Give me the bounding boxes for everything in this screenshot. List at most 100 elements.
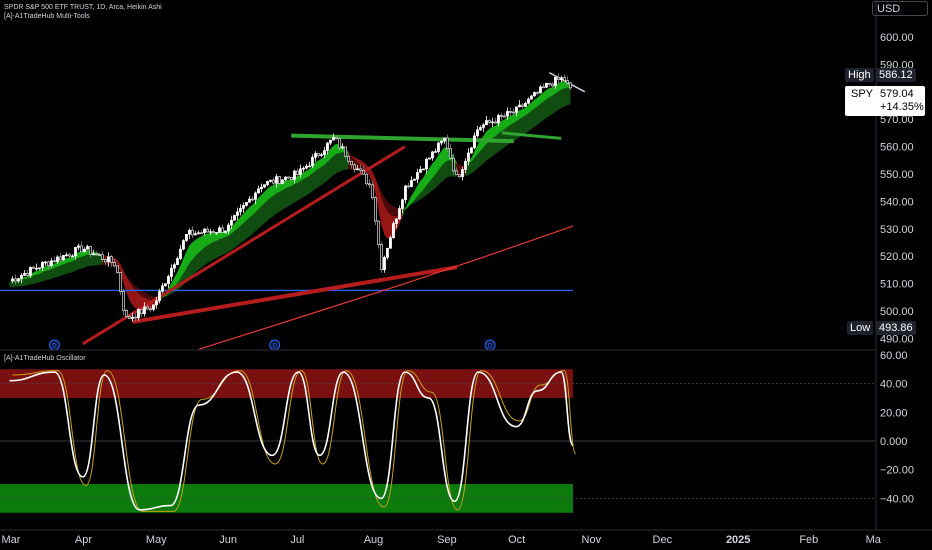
candle-body bbox=[287, 176, 290, 179]
ribbon-core-segment bbox=[384, 206, 388, 239]
ribbon-core-segment bbox=[207, 233, 211, 246]
price-tick-label: 490.00 bbox=[880, 333, 914, 345]
candle-body bbox=[185, 233, 188, 241]
indicator-label: [A]-A1TradeHub Multi-Tools bbox=[4, 13, 90, 20]
candle-body bbox=[29, 267, 32, 276]
chart-title: SPDR S&P 500 ETF TRUST, 1D, Arca, Heikin… bbox=[4, 4, 162, 11]
osc-tick-label: 20.00 bbox=[880, 407, 908, 419]
price-tick-label: 570.00 bbox=[880, 114, 914, 126]
candle-body bbox=[353, 164, 356, 170]
candle-body bbox=[506, 111, 509, 117]
candle-body bbox=[236, 211, 239, 216]
price-pane[interactable]: DDD bbox=[0, 71, 586, 351]
candle-body bbox=[323, 150, 326, 155]
candle-body bbox=[386, 247, 389, 258]
high-value-tag: 586.12 bbox=[876, 68, 916, 82]
candle-body bbox=[290, 177, 293, 180]
candle-body bbox=[383, 256, 386, 271]
time-tick-label: 2025 bbox=[726, 534, 750, 546]
osc-tick-label: −20.00 bbox=[880, 465, 914, 477]
candle-body bbox=[110, 256, 113, 263]
candle-body bbox=[203, 228, 206, 234]
candle-body bbox=[65, 254, 68, 257]
candle-body bbox=[449, 148, 452, 159]
last-price-tag: SPY 579.04 +14.35% bbox=[845, 86, 925, 116]
candle-body bbox=[269, 179, 272, 182]
candle-body bbox=[380, 244, 383, 271]
ribbon-core-segment bbox=[123, 270, 127, 293]
green-trend-line bbox=[291, 133, 514, 144]
candle-body bbox=[257, 188, 260, 194]
candle-body bbox=[128, 316, 131, 319]
candle-body bbox=[311, 157, 314, 167]
candle-body bbox=[467, 152, 470, 162]
currency-selector[interactable]: USD bbox=[872, 1, 928, 16]
time-tick-label: Apr bbox=[75, 534, 92, 546]
candle-body bbox=[509, 111, 512, 113]
candle-body bbox=[251, 198, 254, 201]
ribbon-core-segment bbox=[270, 185, 274, 198]
candle-body bbox=[551, 83, 554, 87]
time-tick-label: Mar bbox=[1, 534, 20, 546]
candle-body bbox=[395, 218, 398, 224]
ribbon-core-segment bbox=[288, 179, 292, 187]
ribbon-core-segment bbox=[369, 167, 373, 182]
candle-body bbox=[161, 285, 164, 292]
candle-body bbox=[470, 147, 473, 154]
candle-body bbox=[131, 316, 134, 319]
candle-body bbox=[92, 253, 95, 256]
candle-body bbox=[332, 137, 335, 141]
candle-body bbox=[476, 129, 479, 137]
ribbon-core-segment bbox=[405, 201, 409, 210]
candle-body bbox=[242, 205, 245, 209]
candle-body bbox=[188, 229, 191, 235]
symbol-label: SPY bbox=[851, 88, 874, 100]
candle-body bbox=[122, 291, 125, 311]
high-label-tag: High bbox=[845, 68, 874, 82]
candle-body bbox=[401, 199, 404, 209]
candle-body bbox=[107, 256, 110, 263]
candle-body bbox=[35, 267, 38, 270]
ribbon-core-segment bbox=[285, 179, 289, 189]
candle-body bbox=[227, 224, 230, 232]
candle-body bbox=[197, 232, 200, 235]
candle-body bbox=[176, 258, 179, 265]
price-chart[interactable]: DDD 600.00590.00580.00570.00560.00550.00… bbox=[0, 0, 932, 550]
axes: 600.00590.00580.00570.00560.00550.00540.… bbox=[0, 0, 932, 546]
candle-body bbox=[230, 220, 233, 226]
oscillator-pane[interactable] bbox=[0, 369, 876, 513]
candle-body bbox=[359, 168, 362, 171]
ribbon-core-segment bbox=[78, 251, 82, 258]
candle-body bbox=[104, 259, 107, 263]
candle-body bbox=[545, 82, 548, 88]
candle-body bbox=[74, 247, 77, 257]
candle-body bbox=[530, 95, 533, 100]
osc-tick-label: 0.000 bbox=[880, 436, 908, 448]
time-tick-label: Aug bbox=[364, 534, 384, 546]
candle-body bbox=[77, 245, 80, 248]
candle-body bbox=[32, 267, 35, 269]
candle-body bbox=[272, 179, 275, 184]
candle-body bbox=[59, 256, 62, 261]
candle-body bbox=[377, 220, 380, 245]
candle-body bbox=[41, 261, 44, 269]
candle-body bbox=[83, 248, 86, 252]
candle-body bbox=[371, 184, 374, 199]
time-tick-label: Oct bbox=[508, 534, 525, 546]
candle-body bbox=[563, 77, 566, 82]
dividend-marker-label: D bbox=[52, 344, 57, 350]
osc-tick-label: 40.00 bbox=[880, 379, 908, 391]
candle-body bbox=[179, 248, 182, 259]
candle-body bbox=[518, 104, 521, 108]
candle-body bbox=[533, 92, 536, 97]
candle-body bbox=[119, 272, 122, 292]
candle-body bbox=[125, 310, 128, 317]
candle-body bbox=[446, 137, 449, 149]
candle-body bbox=[191, 229, 194, 236]
candle-body bbox=[335, 137, 338, 140]
dividend-marker-label: D bbox=[488, 344, 493, 350]
candle-body bbox=[461, 169, 464, 178]
candle-body bbox=[566, 80, 569, 84]
candle-body bbox=[14, 278, 17, 282]
candle-body bbox=[494, 121, 497, 124]
